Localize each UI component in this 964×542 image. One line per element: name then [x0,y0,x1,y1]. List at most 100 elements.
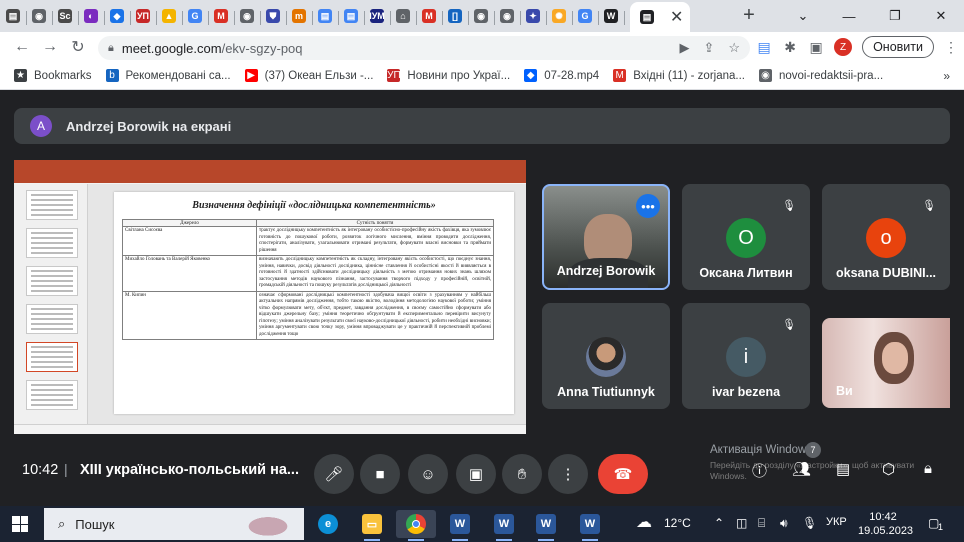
browser-tab[interactable]: ▤ [0,3,27,29]
table-row: Світлана Сисоєва трактує дослідницьку ко… [122,226,494,256]
raise-hand-button[interactable]: ✋︎ [502,454,542,494]
shared-screen[interactable]: Визначення дефініції «дослідницька компе… [14,160,526,434]
host-controls-icon[interactable]: 🔒︎ [924,460,932,477]
participant-tile-self[interactable]: Ви [822,318,950,408]
browser-tab[interactable]: ◉ [26,3,53,29]
menu-icon[interactable]: ⋮ [944,39,958,56]
browser-tab[interactable]: W [598,3,625,29]
weather-icon[interactable]: ☁ [636,512,652,532]
browser-tab[interactable]: m [286,3,313,29]
update-button[interactable]: Оновити [862,36,934,58]
word-app-2[interactable]: W [484,510,524,541]
bookmark-item[interactable]: ★ Bookmarks [14,69,92,82]
browser-tab[interactable]: ◆ [104,3,131,29]
camera-icon[interactable]: ▶ [679,40,689,56]
taskbar-clock[interactable]: 10:42 19.05.2023 [858,510,913,538]
activities-icon[interactable]: ⬡ [882,460,895,478]
browser-tab[interactable]: ▲ [156,3,183,29]
browser-tab[interactable]: ✦ [520,3,547,29]
address-bar[interactable]: 🔒︎ meet.google.com /ekv-sgzy-poq ▶ ⇪ ☆ [98,36,750,60]
bookmark-item[interactable]: ◆ 07-28.mp4 [524,69,599,82]
word-app-3[interactable]: W [526,510,566,541]
extensions-icon[interactable]: ✱ [782,39,798,55]
present-button[interactable]: ▣ [456,454,496,494]
participant-tile-ivar[interactable]: 🎙︎ i ivar bezena [682,303,810,409]
bookmark-item[interactable]: УП Новини про Украї... [387,69,510,82]
browser-tab[interactable]: M [208,3,235,29]
docs-extension-icon[interactable]: ▤ [756,39,772,55]
reload-icon[interactable]: ↻ [64,37,92,57]
windows-start-icon[interactable] [12,516,28,532]
tray-chevron-icon[interactable]: ⌃ [714,516,724,530]
weather-temp[interactable]: 12°C [664,516,691,530]
browser-tab[interactable]: ◉ [468,3,495,29]
people-icon[interactable]: 👥︎ [792,460,811,478]
browser-tab[interactable]: ▤ [338,3,365,29]
language-indicator[interactable]: УКР [826,516,847,528]
browser-tab[interactable]: ◐ [78,3,105,29]
bookmark-item[interactable]: b Рекомендовані са... [105,69,231,82]
network-icon[interactable]: ⌸ [758,516,765,531]
slide-thumbnail[interactable] [26,304,78,334]
bookmark-star-icon[interactable]: ☆ [728,40,740,56]
close-icon[interactable]: ✕ [670,7,683,27]
more-options-icon[interactable]: ••• [636,194,660,218]
browser-tab[interactable]: ◉ [494,3,521,29]
chat-icon[interactable]: ▤ [836,460,850,478]
browser-tab[interactable]: IУМ [364,3,391,29]
info-icon[interactable]: ⓘ [752,460,767,481]
tab-search-icon[interactable]: ⌄ [780,0,826,32]
thumbnail-line [31,194,73,196]
slide-thumbnail[interactable] [26,190,78,220]
participant-tile-anna[interactable]: Anna Tiutiunnyk [542,303,670,409]
close-window-button[interactable]: ✕ [918,0,964,32]
emoji-button[interactable]: ☺ [408,454,448,494]
word-app-1[interactable]: W [440,510,480,541]
new-tab-button[interactable]: + [734,4,764,27]
share-icon[interactable]: ⇪ [703,40,714,56]
more-options-button[interactable]: ⋮ [548,454,588,494]
edge-app[interactable]: e [308,510,348,538]
browser-tab[interactable]: ▤ [312,3,339,29]
chrome-app[interactable] [396,510,436,541]
bookmarks-more-icon[interactable]: » [943,69,950,83]
browser-tab[interactable]: G [572,3,599,29]
slide-thumbnail[interactable] [26,380,78,410]
browser-tab[interactable]: [] [442,3,469,29]
participant-tile-oksana-lytvyn[interactable]: 🎙︎ О Оксана Литвин [682,184,810,290]
word-app-4[interactable]: W [570,510,610,541]
profile-avatar[interactable]: Z [834,38,853,56]
browser-tab[interactable]: M [416,3,443,29]
leave-call-button[interactable]: ☎︎ [598,454,648,494]
participant-tile-andrzej[interactable]: ••• Andrzej Borowik [542,184,670,290]
camera-button[interactable]: ■ [360,454,400,494]
browser-tab[interactable]: ⌂ [390,3,417,29]
bookmark-item[interactable]: M Вхідні (11) - zorjana... [613,69,745,82]
browser-tab[interactable]: G [182,3,209,29]
slide-thumbnail[interactable] [26,266,78,296]
forward-icon[interactable]: → [36,38,64,56]
participant-tile-oksana-dubini[interactable]: 🎙︎ o oksana DUBINI... [822,184,950,290]
minimize-button[interactable]: — [826,0,872,32]
mic-tray-icon[interactable]: 🎙︎ [802,516,817,530]
slide-thumbnail[interactable] [26,228,78,258]
browser-tab[interactable]: ⛊ [260,3,287,29]
bookmark-item[interactable]: ◉ novoi-redaktsii-pra... [758,69,883,82]
restore-button[interactable]: ❐ [872,0,918,32]
slide-thumbnail[interactable] [26,342,78,372]
presenter-banner-text: Andrzej Borowik на екрані [66,118,232,134]
volume-icon[interactable]: 🔊︎ [780,516,788,531]
lock-icon[interactable]: 🔒︎ [108,42,114,55]
meet-tray-icon[interactable]: ◫ [736,516,747,530]
browser-tab[interactable]: ✺ [546,3,573,29]
back-icon[interactable]: ← [8,38,36,56]
file-explorer-app[interactable]: ▭ [352,510,392,541]
browser-tab[interactable]: УП [130,3,157,29]
microphone-button[interactable]: 🎤︎ [314,454,354,494]
tab-meet-active[interactable]: ▤ ✕ [630,2,690,32]
browser-tab[interactable]: ◉ [234,3,261,29]
browser-tab[interactable]: Sc [52,3,79,29]
bookmark-item[interactable]: ▶ (37) Океан Ельзи -... [244,69,373,82]
taskbar-search[interactable]: ⌕ Пошук [44,508,304,540]
side-panel-icon[interactable]: ▣ [808,39,824,55]
